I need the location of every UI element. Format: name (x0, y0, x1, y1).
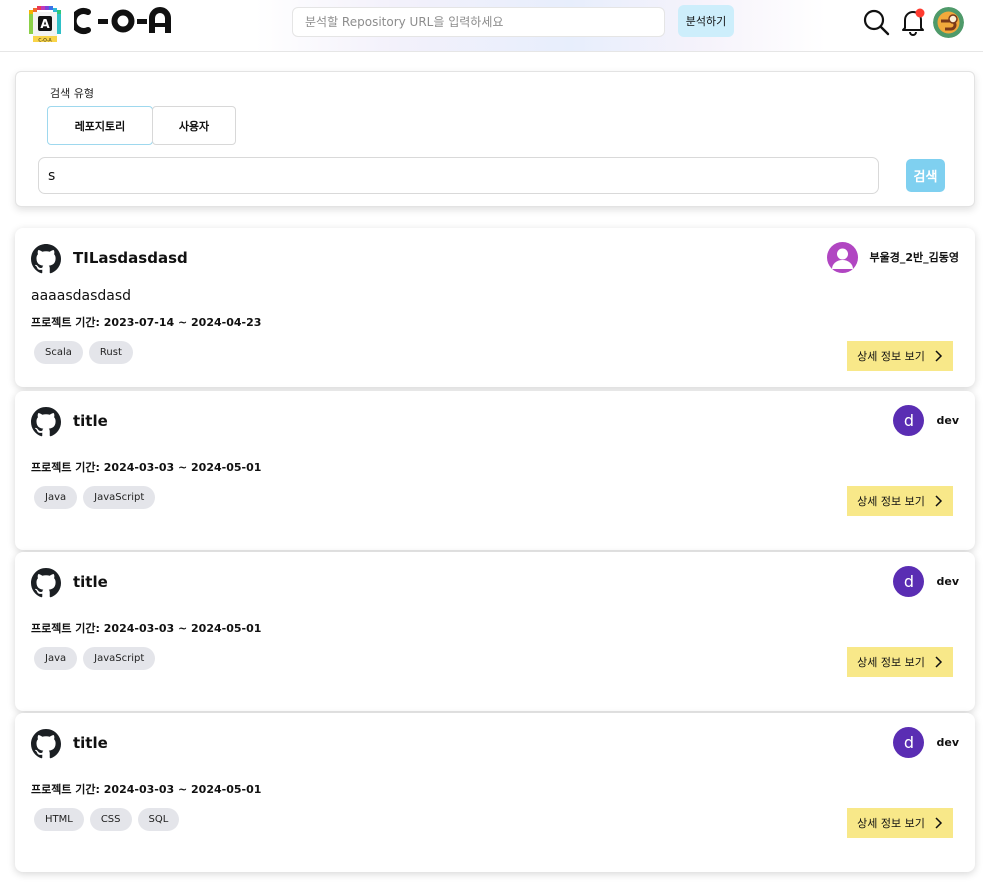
language-tag: Java (34, 486, 78, 509)
project-period: 프로젝트 기간: 2024-03-03 ~ 2024-05-01 (31, 461, 262, 474)
repository-card: TILasdasdasd 부울경_2반_김동영 aaaasdasdasd 프로젝… (15, 228, 975, 387)
view-details-button[interactable]: 상세 정보 보기 (847, 486, 953, 516)
repository-owner[interactable]: d dev (893, 404, 959, 436)
tab-repository[interactable]: 레포지토리 (47, 106, 153, 145)
repository-card: title d dev 프로젝트 기간: 2024-03-03 ~ 2024-0… (15, 713, 975, 872)
search-icon[interactable] (862, 8, 890, 36)
view-details-label: 상세 정보 보기 (857, 350, 925, 363)
view-details-button[interactable]: 상세 정보 보기 (847, 808, 953, 838)
owner-name[interactable]: dev (936, 736, 959, 749)
github-icon (31, 568, 61, 598)
user-avatar[interactable] (933, 7, 964, 38)
chevron-right-icon (935, 350, 942, 362)
language-tag: JavaScript (83, 486, 156, 509)
owner-name[interactable]: 부울경_2반_김동영 (870, 249, 960, 265)
github-icon (31, 244, 61, 274)
view-details-label: 상세 정보 보기 (857, 656, 925, 669)
project-period: 프로젝트 기간: 2023-07-14 ~ 2024-04-23 (31, 316, 262, 329)
person-icon[interactable] (826, 241, 858, 273)
avatar-image (933, 7, 964, 38)
language-tag: CSS (89, 808, 132, 831)
project-period: 프로젝트 기간: 2024-03-03 ~ 2024-05-01 (31, 783, 262, 796)
chevron-right-icon (935, 656, 942, 668)
analyze-button[interactable]: 분석하기 (678, 5, 734, 37)
owner-avatar[interactable]: d (893, 404, 925, 436)
language-tags: Java JavaScript (34, 647, 156, 670)
repository-description: aaaasdasdasd (31, 288, 132, 304)
search-button[interactable]: 검색 (906, 159, 945, 192)
view-details-label: 상세 정보 보기 (857, 495, 925, 508)
repository-title[interactable]: title (73, 412, 108, 430)
repository-card: title d dev 프로젝트 기간: 2024-03-03 ~ 2024-0… (15, 552, 975, 711)
language-tag: SQL (137, 808, 180, 831)
svg-text:A: A (40, 17, 50, 31)
chevron-right-icon (935, 495, 942, 507)
repository-title[interactable]: TILasdasdasd (73, 249, 188, 267)
repository-owner[interactable]: 부울경_2반_김동영 (826, 241, 960, 273)
language-tags: Java JavaScript (34, 486, 156, 509)
owner-name[interactable]: dev (936, 575, 959, 588)
github-icon (31, 729, 61, 759)
language-tags: Scala Rust (34, 341, 133, 364)
repository-title[interactable]: title (73, 734, 108, 752)
chevron-right-icon (935, 817, 942, 829)
logo-mark-caption: C-O-A (38, 38, 52, 44)
project-period: 프로젝트 기간: 2024-03-03 ~ 2024-05-01 (31, 622, 262, 635)
language-tag: Java (34, 647, 78, 670)
view-details-button[interactable]: 상세 정보 보기 (847, 647, 953, 677)
search-type-label: 검색 유형 (50, 87, 94, 100)
repository-url-input[interactable] (292, 7, 665, 37)
search-query-input[interactable] (38, 157, 879, 194)
github-icon (31, 407, 61, 437)
language-tag: Rust (88, 341, 133, 364)
language-tag: Scala (34, 341, 83, 364)
repository-owner[interactable]: d dev (893, 726, 959, 758)
repository-title[interactable]: title (73, 573, 108, 591)
notification-dot (915, 8, 925, 18)
language-tag: HTML (34, 808, 84, 831)
owner-avatar[interactable]: d (893, 726, 925, 758)
tab-user[interactable]: 사용자 (152, 106, 236, 145)
repository-card: title d dev 프로젝트 기간: 2024-03-03 ~ 2024-0… (15, 391, 975, 550)
search-panel: 검색 유형 레포지토리 사용자 검색 (15, 71, 975, 207)
owner-avatar[interactable]: d (893, 565, 925, 597)
repository-owner[interactable]: d dev (893, 565, 959, 597)
language-tags: HTML CSS SQL (34, 808, 180, 831)
view-details-label: 상세 정보 보기 (857, 817, 925, 830)
view-details-button[interactable]: 상세 정보 보기 (847, 341, 953, 371)
top-header: A C-O-A C-O-A 분석하기 (0, 0, 983, 52)
logo-wordmark[interactable]: C-O-A (74, 6, 174, 36)
logo-wordmark-text: C-O-A (74, 6, 77, 7)
logo-icon[interactable]: A C-O-A (27, 4, 63, 44)
bell-icon[interactable] (900, 8, 926, 36)
owner-name[interactable]: dev (936, 414, 959, 427)
language-tag: JavaScript (83, 647, 156, 670)
